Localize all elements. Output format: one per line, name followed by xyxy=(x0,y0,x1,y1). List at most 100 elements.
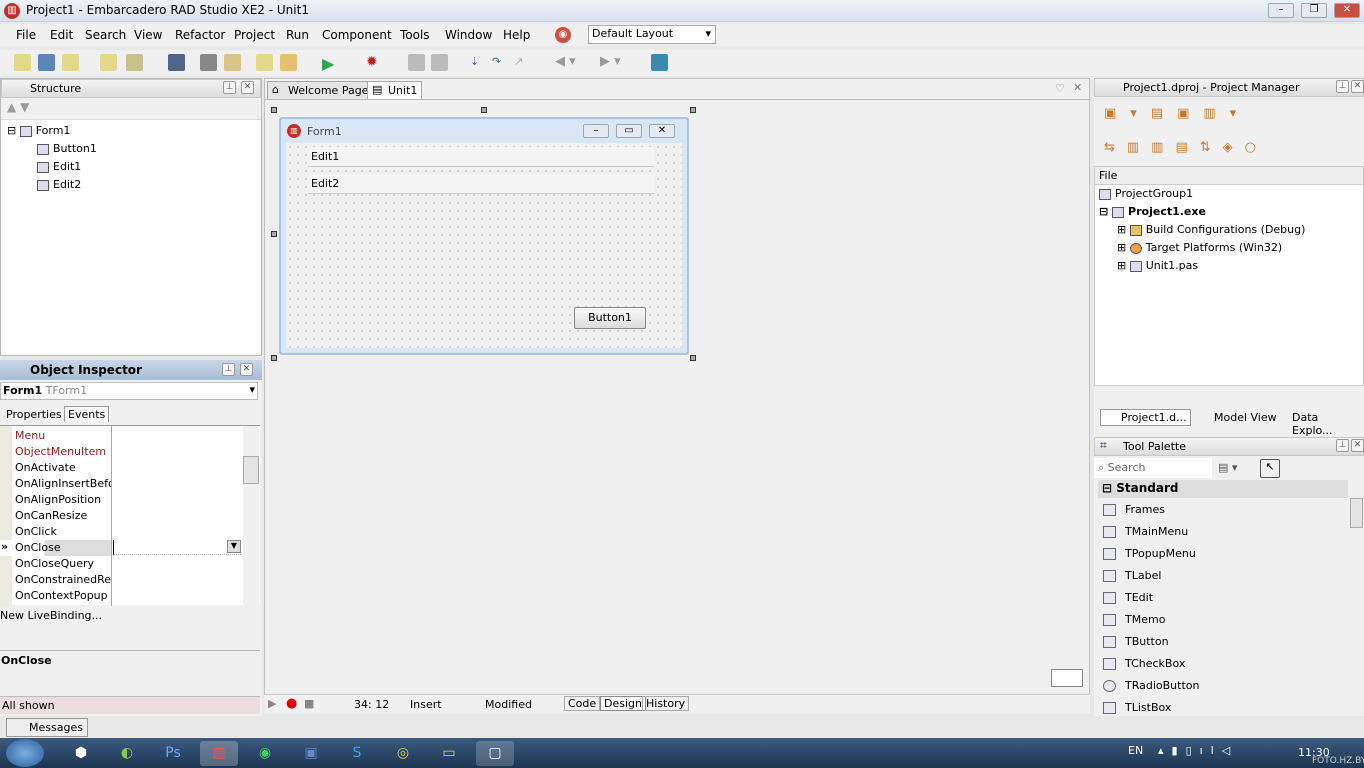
event-value-input[interactable] xyxy=(113,540,241,555)
menu-window[interactable]: Window xyxy=(445,28,492,42)
palette-item[interactable]: TCheckBox xyxy=(1094,653,1348,675)
language-indicator[interactable]: EN xyxy=(1128,744,1143,757)
resize-handle[interactable] xyxy=(690,355,696,361)
save-all-icon[interactable] xyxy=(200,54,217,71)
minimap-icon[interactable] xyxy=(1051,669,1083,687)
tab-project-manager[interactable]: Project1.d... xyxy=(1100,409,1191,426)
close-icon[interactable]: ✕ xyxy=(241,81,254,94)
menu-run[interactable]: Run xyxy=(286,28,309,42)
chevron-down-icon[interactable]: ▼ xyxy=(227,540,241,553)
close-icon[interactable]: ✕ xyxy=(1351,439,1364,452)
resize-handle[interactable] xyxy=(481,107,487,113)
event-row[interactable]: OnConstrainedResize xyxy=(0,572,111,588)
globe-icon[interactable]: ◉ xyxy=(555,27,571,43)
scrollbar[interactable] xyxy=(243,426,259,606)
stop-macro-icon[interactable]: ■ xyxy=(304,697,314,710)
step-over-icon[interactable]: ↷ xyxy=(492,55,501,68)
play-macro-icon[interactable]: ▶ xyxy=(268,697,276,710)
record-macro-icon[interactable]: ● xyxy=(286,696,297,711)
event-row[interactable]: ObjectMenuItem xyxy=(0,444,111,460)
event-row[interactable]: OnAlignPosition xyxy=(0,492,111,508)
palette-item[interactable]: Frames xyxy=(1094,499,1348,521)
remove-icon[interactable] xyxy=(224,54,241,71)
palette-item[interactable]: TMainMenu xyxy=(1094,521,1348,543)
tree-item-group[interactable]: ProjectGroup1 xyxy=(1095,185,1363,203)
save-icon[interactable] xyxy=(168,54,185,71)
form-close[interactable]: ✕ xyxy=(649,124,675,138)
palette-scrollbar[interactable] xyxy=(1350,482,1363,714)
tab-events[interactable]: Events xyxy=(64,406,110,422)
palette-search-input[interactable]: ⌕ Search xyxy=(1094,458,1212,478)
step-into-icon[interactable]: ⇣ xyxy=(470,55,479,68)
forward-icon[interactable]: ▶ ▾ xyxy=(600,54,621,69)
tree-item-edit1[interactable]: Edit1 xyxy=(7,158,255,176)
close-button[interactable]: ✕ xyxy=(1334,3,1360,18)
menu-file[interactable]: File xyxy=(16,28,36,42)
resize-handle[interactable] xyxy=(271,355,277,361)
menu-tools[interactable]: Tools xyxy=(400,28,430,42)
taskbar-app-icon[interactable]: ▭ xyxy=(430,741,468,766)
event-row[interactable]: OnAlignInsertBefore xyxy=(0,476,111,492)
taskbar-app-icon[interactable]: ▥ xyxy=(200,741,238,766)
close-icon[interactable]: ✕ xyxy=(1073,81,1082,94)
pointer-icon[interactable]: ↖ xyxy=(1260,459,1280,478)
pause-icon[interactable] xyxy=(408,54,425,71)
taskbar-app-icon[interactable]: Ps xyxy=(154,741,192,766)
button1[interactable]: Button1 xyxy=(574,307,646,329)
form-canvas[interactable]: Edit1 Edit2 Button1 xyxy=(286,143,682,348)
palette-item[interactable]: TListBox xyxy=(1094,697,1348,719)
tab-data-explorer[interactable]: Data Explo... xyxy=(1274,410,1364,438)
palette-item[interactable]: TButton xyxy=(1094,631,1348,653)
object-selector[interactable]: Form1 TForm1 ▾ xyxy=(0,382,258,400)
pin-icon[interactable]: ⊥ xyxy=(1336,80,1349,93)
open-project-icon[interactable] xyxy=(126,54,143,71)
tree-item-button1[interactable]: Button1 xyxy=(7,140,255,158)
open-icon[interactable] xyxy=(38,54,55,71)
menu-edit[interactable]: Edit xyxy=(50,28,73,42)
export-icon[interactable] xyxy=(280,54,297,71)
taskbar-app-icon[interactable]: ⬢ xyxy=(62,741,100,766)
taskbar-app-icon[interactable]: ◎ xyxy=(384,741,422,766)
palette-item[interactable]: TLabel xyxy=(1094,565,1348,587)
tab-model-view[interactable]: Model View xyxy=(1196,410,1280,425)
dropdown-icon[interactable]: ♡ xyxy=(1055,82,1065,95)
taskbar-app-icon[interactable]: S xyxy=(338,741,376,766)
tab-unit1[interactable]: Unit1 ▤ xyxy=(367,81,423,99)
close-icon[interactable]: ✕ xyxy=(240,363,253,376)
tree-item-form1[interactable]: ⊟ Form1 xyxy=(7,122,255,140)
reopen-icon[interactable] xyxy=(62,54,79,71)
menu-view[interactable]: View xyxy=(134,28,162,42)
start-button[interactable] xyxy=(6,739,44,767)
debug-icon[interactable]: ✹ xyxy=(366,54,378,70)
resize-handle[interactable] xyxy=(271,231,277,237)
import-icon[interactable] xyxy=(256,54,273,71)
livebinding-link[interactable]: New LiveBinding... xyxy=(0,609,260,651)
tab-design[interactable]: Design xyxy=(600,696,646,711)
event-row[interactable]: OnCanResize xyxy=(0,508,111,524)
palette-item[interactable]: TPopupMenu xyxy=(1094,543,1348,565)
minimize-button[interactable]: – xyxy=(1268,3,1294,18)
back-icon[interactable]: ◀ ▾ xyxy=(555,54,576,69)
help-book-icon[interactable] xyxy=(651,54,668,71)
pin-icon[interactable]: ⊥ xyxy=(1336,439,1349,452)
taskbar-app-icon[interactable]: ▣ xyxy=(292,741,330,766)
tab-properties[interactable]: Properties xyxy=(6,408,62,421)
menu-help[interactable]: Help xyxy=(503,28,530,42)
menu-project[interactable]: Project xyxy=(234,28,275,42)
taskbar-app-icon[interactable]: ◉ xyxy=(246,741,284,766)
event-row[interactable]: OnCloseQuery xyxy=(0,556,111,572)
tree-item-exe[interactable]: ⊟ Project1.exe xyxy=(1095,203,1363,221)
run-icon[interactable]: ▶ xyxy=(322,54,334,73)
event-row-selected[interactable]: OnClose xyxy=(0,540,111,556)
run-until-return-icon[interactable]: ↗ xyxy=(514,55,523,68)
palette-item[interactable]: TMemo xyxy=(1094,609,1348,631)
tree-item-unit1[interactable]: ⊞ Unit1.pas xyxy=(1095,257,1363,275)
palette-item[interactable]: TRadioButton xyxy=(1094,675,1348,697)
category-standard[interactable]: ⊟ Standard xyxy=(1098,480,1348,498)
form-minimize[interactable]: – xyxy=(583,124,609,138)
tab-welcome-page[interactable]: Welcome Page ⌂ xyxy=(267,81,374,99)
new-icon[interactable] xyxy=(14,54,31,71)
event-row[interactable]: OnClick xyxy=(0,524,111,540)
edit1[interactable]: Edit1 xyxy=(308,147,654,167)
tree-item-build[interactable]: ⊞ Build Configurations (Debug) xyxy=(1095,221,1363,239)
